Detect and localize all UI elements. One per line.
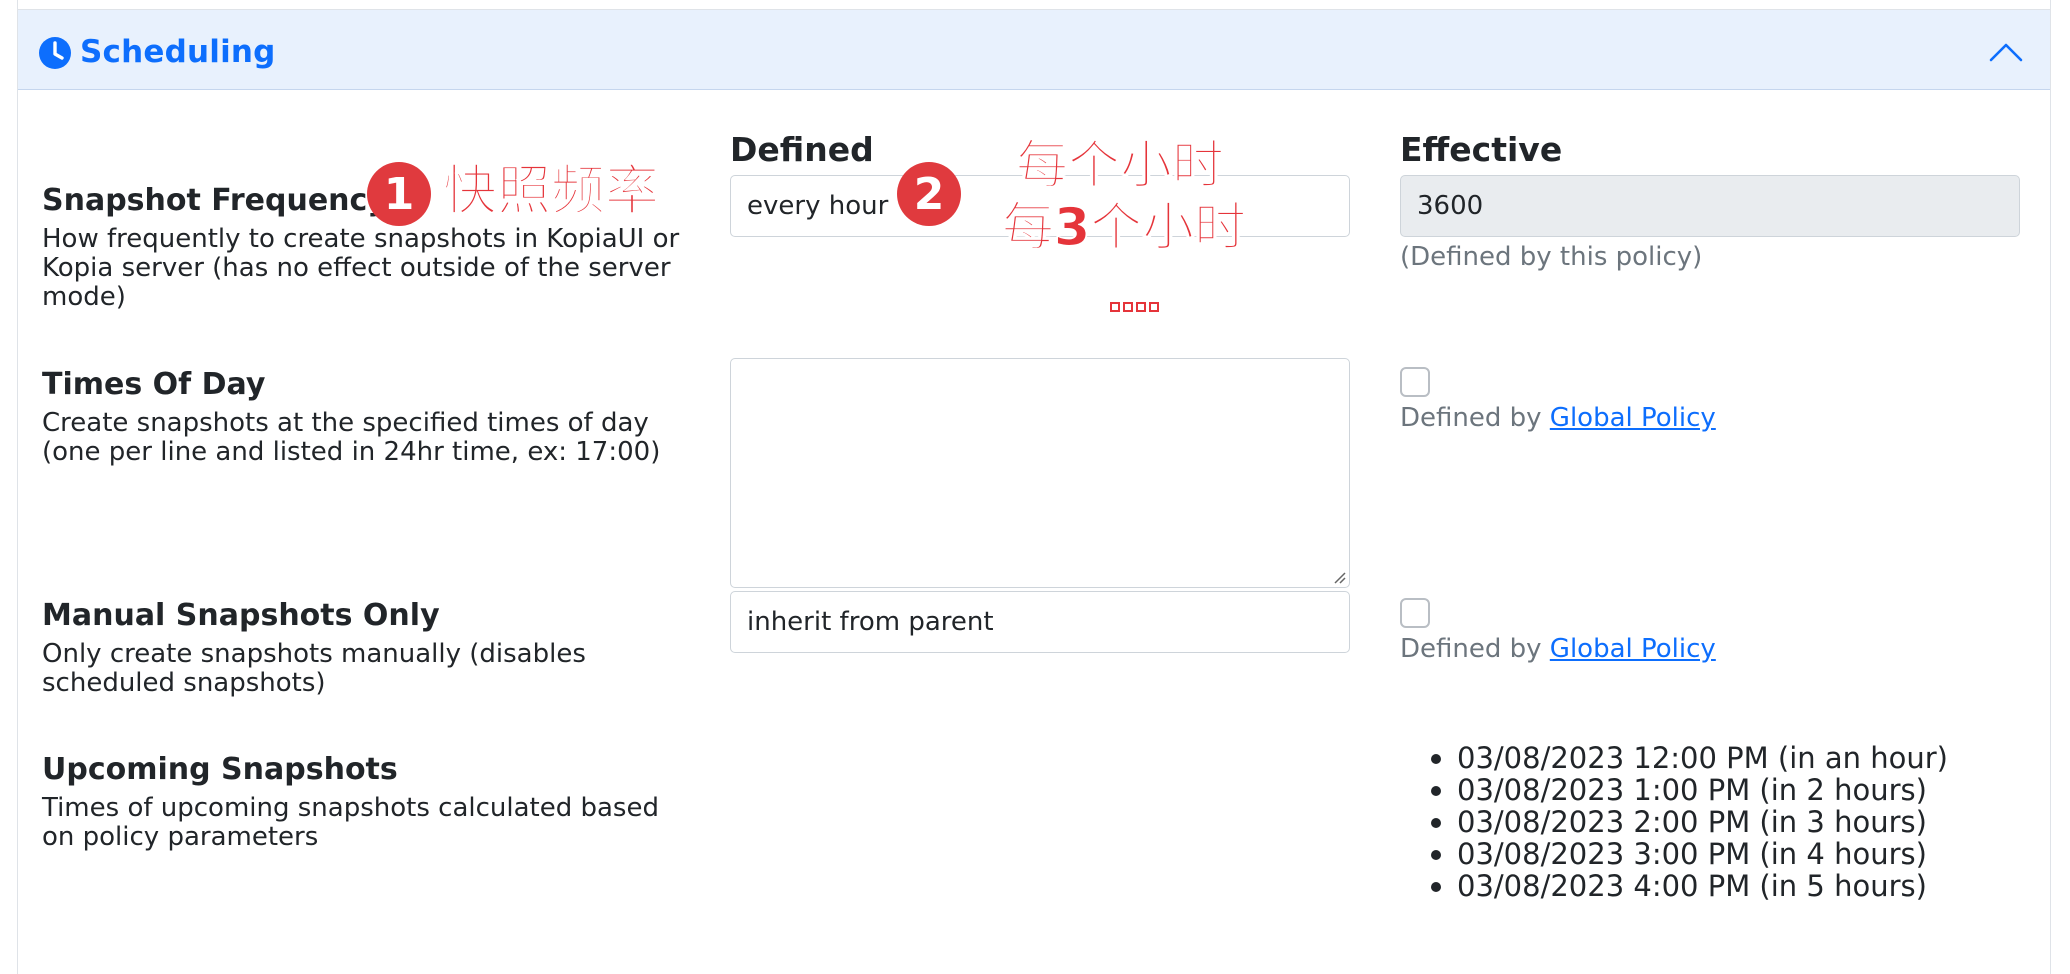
annotation-dot — [1123, 302, 1133, 312]
annotation-ellipsis — [1110, 302, 1159, 312]
times-of-day-textarea[interactable] — [730, 358, 1350, 588]
upcoming-snapshots-list: 03/08/2023 12:00 PM (in an hour) 03/08/2… — [1409, 742, 1948, 902]
upcoming-snapshots-title: Upcoming Snapshots — [42, 752, 398, 787]
list-item: 03/08/2023 4:00 PM (in 5 hours) — [1409, 870, 1948, 902]
page-top-rule — [17, 0, 2051, 9]
times-of-day-effective-source: Defined by Global Policy — [1400, 403, 1716, 433]
annotation-dot — [1110, 302, 1120, 312]
manual-snapshots-title: Manual Snapshots Only — [42, 598, 440, 633]
manual-snapshots-effective-source: Defined by Global Policy — [1400, 634, 1716, 664]
defined-by-label: Defined by — [1400, 403, 1550, 433]
defined-column-header: Defined — [730, 130, 874, 169]
times-of-day-checkbox[interactable] — [1400, 367, 1430, 397]
chevron-up-icon[interactable] — [1988, 40, 2024, 64]
annotation-badge-1: 1 — [367, 162, 431, 226]
snapshot-frequency-effective-note: (Defined by this policy) — [1400, 242, 1703, 272]
section-title: Scheduling — [80, 34, 276, 70]
manual-snapshots-select[interactable]: inherit from parent — [730, 591, 1350, 653]
annotation-dot — [1149, 302, 1159, 312]
global-policy-link[interactable]: Global Policy — [1550, 403, 1716, 433]
clock-icon — [39, 37, 71, 69]
snapshot-frequency-effective-value: 3600 — [1417, 191, 1484, 221]
manual-snapshots-value: inherit from parent — [747, 607, 994, 637]
annotation-line-2: 每3个小时 — [1001, 198, 1247, 258]
annotation-label-1: 快照频率 — [443, 159, 660, 222]
resize-grip-icon[interactable] — [1330, 568, 1346, 584]
snapshot-frequency-value: every hour — [747, 191, 889, 221]
times-of-day-description: Create snapshots at the specified times … — [42, 408, 661, 467]
snapshot-frequency-title: Snapshot Frequency — [42, 183, 387, 218]
global-policy-link[interactable]: Global Policy — [1550, 634, 1716, 664]
manual-snapshots-checkbox[interactable] — [1400, 598, 1430, 628]
snapshot-frequency-effective: 3600 — [1400, 175, 2020, 237]
times-of-day-title: Times Of Day — [42, 367, 266, 402]
annotation-badge-2: 2 — [897, 162, 961, 226]
upcoming-snapshots-description: Times of upcoming snapshots calculated b… — [42, 793, 659, 852]
manual-snapshots-description: Only create snapshots manually (disables… — [42, 639, 586, 698]
snapshot-frequency-description: How frequently to create snapshots in Ko… — [42, 224, 680, 312]
annotation-dot — [1136, 302, 1146, 312]
annotation-line-1: 每个小时 — [1015, 136, 1225, 196]
list-item: 03/08/2023 2:00 PM (in 3 hours) — [1409, 806, 1948, 838]
list-item: 03/08/2023 3:00 PM (in 4 hours) — [1409, 838, 1948, 870]
section-header[interactable]: Scheduling — [18, 10, 2050, 90]
defined-by-label: Defined by — [1400, 634, 1550, 664]
list-item: 03/08/2023 12:00 PM (in an hour) — [1409, 742, 1948, 774]
list-item: 03/08/2023 1:00 PM (in 2 hours) — [1409, 774, 1948, 806]
effective-column-header: Effective — [1400, 130, 1563, 169]
